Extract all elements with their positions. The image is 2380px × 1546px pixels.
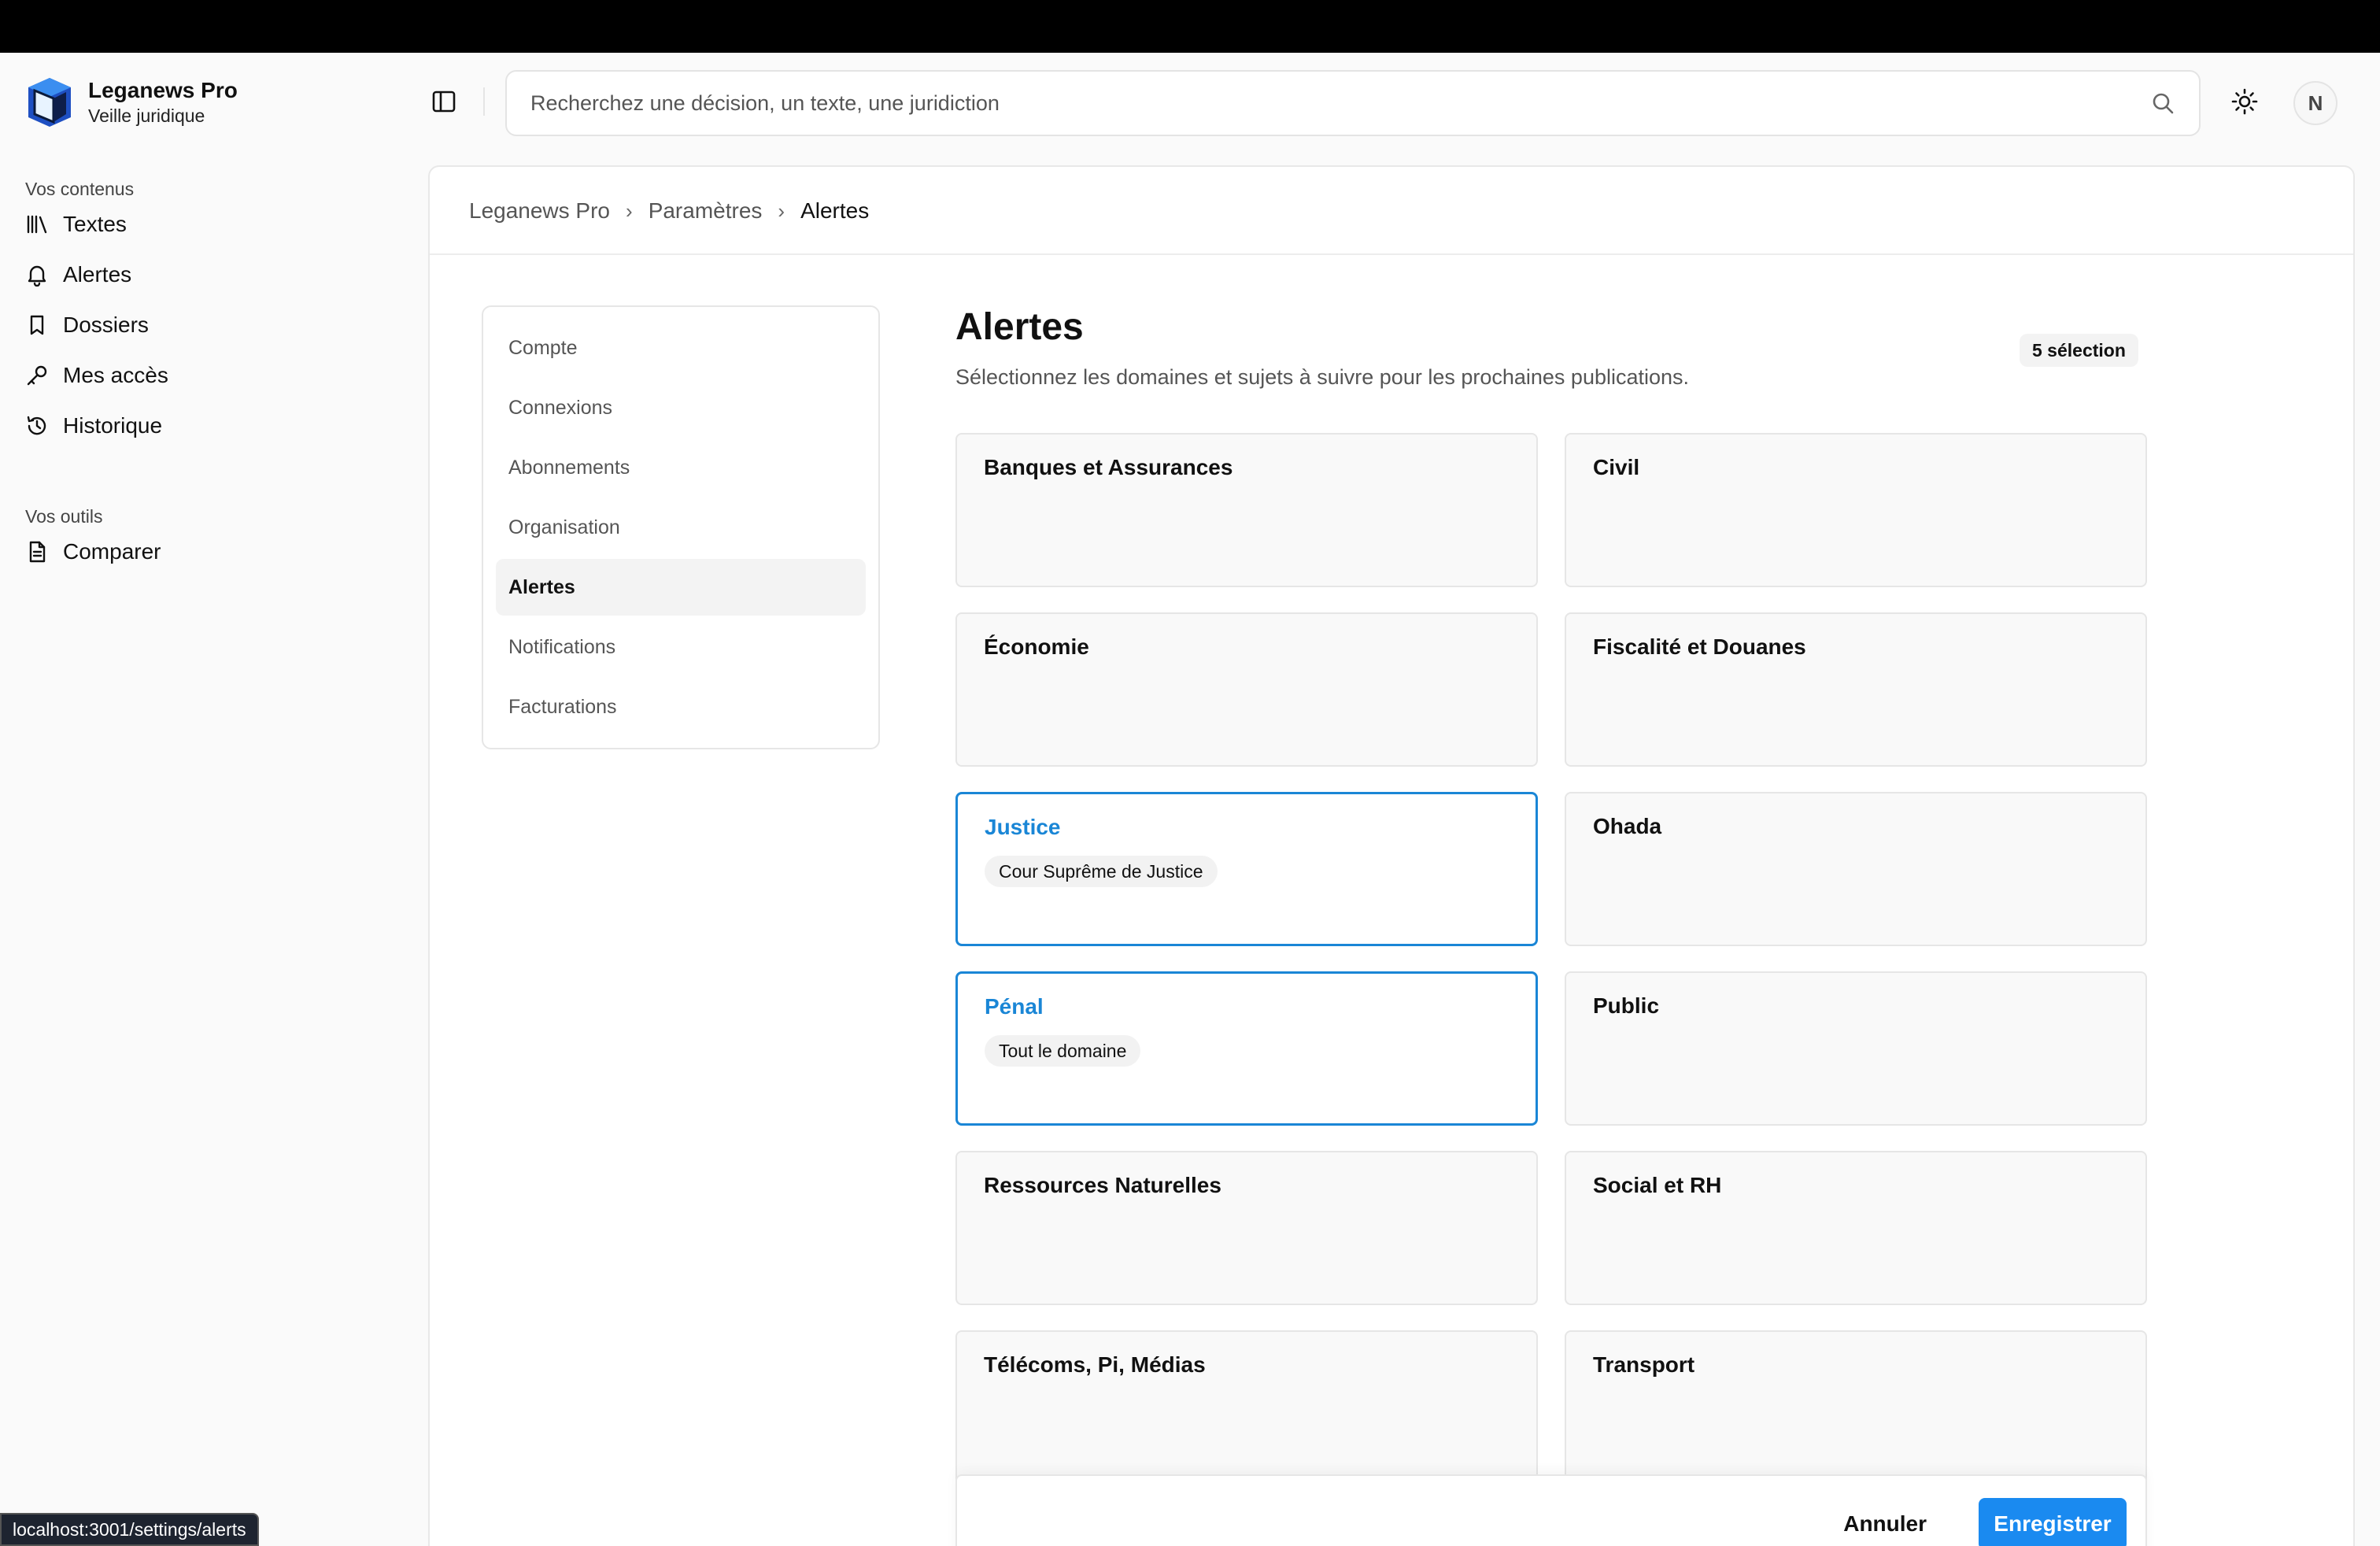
domain-card-justice[interactable]: Justice Cour Suprême de Justice: [955, 792, 1538, 946]
sidebar-item-mes-acces[interactable]: Mes accès: [25, 358, 168, 393]
leganews-logo-icon: [28, 78, 71, 127]
sidebar-item-comparer[interactable]: Comparer: [25, 534, 161, 569]
domain-card-civil[interactable]: Civil: [1565, 433, 2147, 587]
search-bar[interactable]: [505, 70, 2201, 136]
sidebar-item-label: Comparer: [63, 539, 161, 564]
domain-card-title: Justice: [985, 815, 1061, 839]
sidebar-item-label: Historique: [63, 413, 163, 438]
domain-card-title: Transport: [1593, 1352, 1695, 1377]
domain-card-economie[interactable]: Économie: [955, 612, 1538, 767]
sidebar-item-label: Textes: [63, 212, 127, 236]
history-icon: [27, 416, 46, 435]
content-area: Alertes Sélectionnez les domaines et suj…: [428, 165, 2355, 1546]
header-divider: [483, 87, 485, 116]
brand[interactable]: Leganews Pro Veille juridique: [27, 76, 238, 128]
bell-icon: [28, 265, 46, 287]
domain-card-title: Ressources Naturelles: [984, 1173, 1221, 1197]
domain-card-title: Économie: [984, 634, 1089, 659]
user-avatar[interactable]: N: [2293, 81, 2338, 125]
search-input[interactable]: [530, 91, 2150, 116]
domain-card-ressources-naturelles[interactable]: Ressources Naturelles: [955, 1151, 1538, 1305]
domain-card-title: Public: [1593, 993, 1660, 1018]
domain-card-title: Télécoms, Pi, Médias: [984, 1352, 1206, 1377]
file-text-icon: [29, 541, 46, 563]
key-icon: [27, 365, 47, 386]
domain-card-title: Fiscalité et Douanes: [1593, 634, 1806, 659]
selection-count-badge: 5 sélection: [2020, 334, 2138, 367]
window-top-bar: [0, 0, 2380, 53]
sidebar-item-textes[interactable]: Textes: [25, 207, 127, 242]
sidebar-toggle-icon[interactable]: [430, 87, 458, 116]
sidebar-item-alertes[interactable]: Alertes: [25, 257, 131, 292]
domain-card-title: Civil: [1593, 455, 1640, 479]
theme-toggle-sun-icon[interactable]: [2230, 87, 2259, 116]
bookmark-icon: [30, 315, 44, 335]
domain-card-social-rh[interactable]: Social et RH: [1565, 1151, 2147, 1305]
sidebar-item-dossiers[interactable]: Dossiers: [25, 308, 149, 342]
brand-name: Leganews Pro: [88, 78, 238, 102]
domain-card-ohada[interactable]: Ohada: [1565, 792, 2147, 946]
sidebar-section-tools: Vos outils: [25, 506, 103, 527]
sidebar-item-label: Dossiers: [63, 313, 149, 337]
domain-card-penal[interactable]: Pénal Tout le domaine: [955, 971, 1538, 1126]
sidebar-item-label: Mes accès: [63, 363, 168, 387]
status-bar-url: localhost:3001/settings/alerts: [0, 1513, 259, 1546]
domain-subject-chip[interactable]: Tout le domaine: [985, 1035, 1141, 1067]
library-icon: [27, 215, 47, 234]
form-action-bar: Annuler Enregistrer: [955, 1474, 2147, 1546]
sidebar-section-contents: Vos contenus: [25, 179, 135, 199]
domain-card-public[interactable]: Public: [1565, 971, 2147, 1126]
brand-subtitle: Veille juridique: [88, 105, 205, 126]
domain-card-transport[interactable]: Transport: [1565, 1330, 2147, 1485]
domain-card-title: Pénal: [985, 994, 1044, 1019]
page-title: Alertes: [955, 306, 1084, 348]
sidebar-item-label: Alertes: [63, 262, 132, 287]
domain-card-telecoms-pi-medias[interactable]: Télécoms, Pi, Médias: [955, 1330, 1538, 1485]
domain-subject-chip[interactable]: Cour Suprême de Justice: [985, 856, 1218, 887]
domain-card-title: Banques et Assurances: [984, 455, 1233, 479]
domain-card-title: Ohada: [1593, 814, 1662, 838]
save-button[interactable]: Enregistrer: [1979, 1498, 2127, 1546]
app-root: Leganews Pro Veille juridique Vos conten…: [0, 53, 2380, 1546]
search-icon[interactable]: [2150, 91, 2175, 116]
domain-card-fiscalite-douanes[interactable]: Fiscalité et Douanes: [1565, 612, 2147, 767]
page-subtitle: Sélectionnez les domaines et sujets à su…: [955, 365, 1690, 389]
sidebar-item-historique[interactable]: Historique: [25, 409, 162, 443]
domain-card-banques-assurances[interactable]: Banques et Assurances: [955, 433, 1538, 587]
domain-card-title: Social et RH: [1593, 1173, 1722, 1197]
cancel-button[interactable]: Annuler: [1824, 1498, 1946, 1546]
